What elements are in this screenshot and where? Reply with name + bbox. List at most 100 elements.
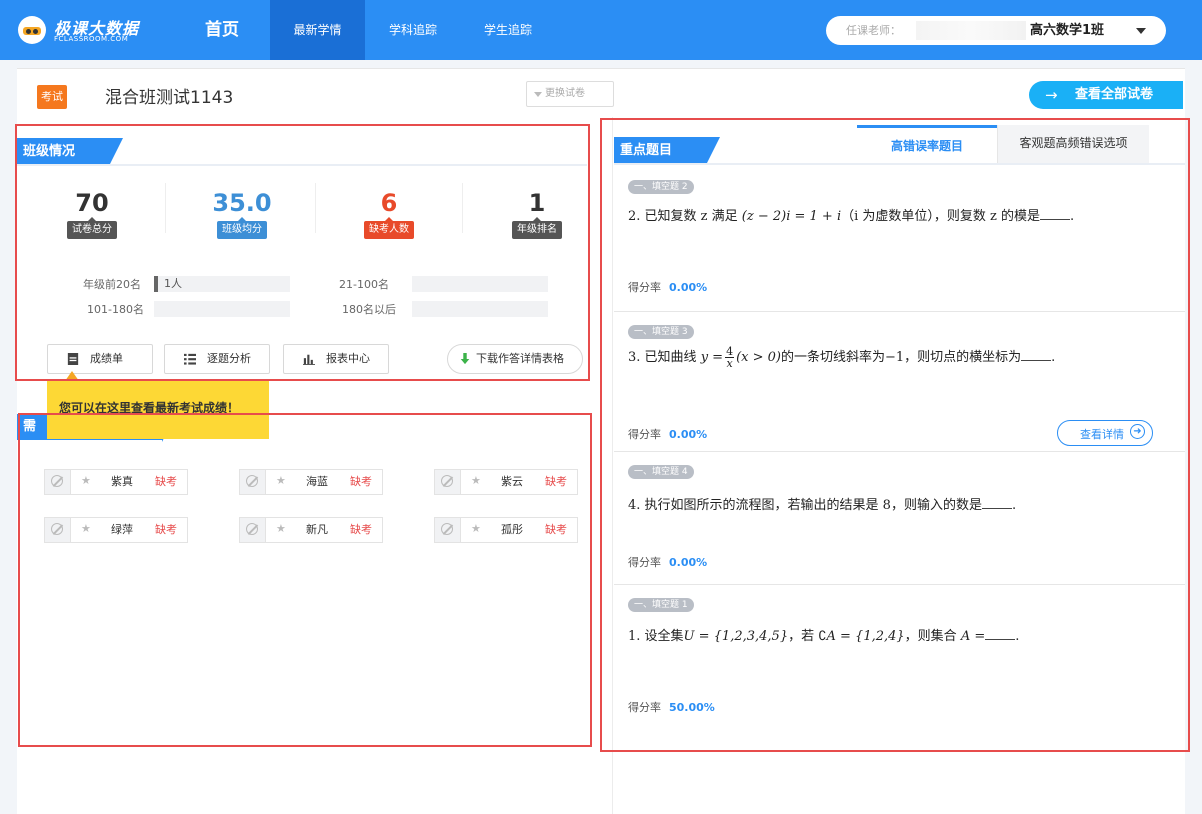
score-rate-value: 50.00% xyxy=(669,701,715,714)
question-card[interactable]: 一、填空题 2 2. 已知复数 z 满足 (z − 2)i = 1 + i（i … xyxy=(614,167,1185,312)
student-status: 缺考 xyxy=(350,523,372,536)
question-text: 4. 执行如图所示的流程图，若输出的结果是 8，则输入的数是. xyxy=(628,498,1017,513)
question-type-badge: 一、填空题 2 xyxy=(628,180,694,194)
ban-icon xyxy=(435,518,461,542)
rank-label: 21-100名 xyxy=(339,278,389,291)
score-list-button[interactable]: 成绩单 xyxy=(47,344,153,374)
tooltip-text: 您可以在这里查看最新考试成绩！ xyxy=(59,401,240,415)
teacher-label: 任课老师： xyxy=(846,24,901,37)
stat-value: 1 xyxy=(528,189,546,217)
student-name: 孤彤 xyxy=(501,523,523,536)
absent-student-card[interactable]: ★ 孤彤 缺考 xyxy=(434,517,578,543)
bar-chart-icon xyxy=(303,354,315,365)
student-name: 新凡 xyxy=(306,523,328,536)
student-status: 缺考 xyxy=(545,523,567,536)
student-status: 缺考 xyxy=(545,475,567,488)
rank-value: 1人 xyxy=(164,277,182,290)
column-divider xyxy=(612,117,613,814)
class-select-value[interactable]: 高六数学1班 xyxy=(1030,16,1104,45)
change-exam-select[interactable]: 更换试卷 xyxy=(526,81,614,107)
stat-grade-rank: 1 年级排名 xyxy=(477,189,597,239)
view-details-button[interactable]: 查看详情 ➜ xyxy=(1057,420,1153,446)
star-icon[interactable]: ★ xyxy=(276,522,286,535)
absent-student-card[interactable]: ★ 绿萍 缺考 xyxy=(44,517,188,543)
ban-icon xyxy=(45,518,71,542)
star-icon[interactable]: ★ xyxy=(471,522,481,535)
download-details-label: 下载作答详情表格 xyxy=(476,352,564,365)
view-details-label: 查看详情 xyxy=(1080,428,1124,441)
stat-label: 缺考人数 xyxy=(364,217,414,239)
ban-icon xyxy=(45,470,71,494)
rank-bar-101-180 xyxy=(154,301,290,317)
key-questions-title: 重点题目 xyxy=(620,143,673,158)
download-details-button[interactable]: 下载作答详情表格 xyxy=(447,344,583,374)
stat-value: 6 xyxy=(380,189,398,217)
question-type-badge: 一、填空题 3 xyxy=(628,325,694,339)
question-text: 1. 设全集U = {1,2,3,4,5}，若 ∁A = {1,2,4}，则集合… xyxy=(628,629,1020,644)
nav-subject-tracking[interactable]: 学科追踪 xyxy=(373,0,453,60)
logo-subtitle: FCLASSROOM.COM xyxy=(54,35,129,43)
star-icon[interactable]: ★ xyxy=(276,474,286,487)
document-icon xyxy=(67,353,79,365)
view-all-exams-button[interactable]: → 查看全部试卷 xyxy=(1029,81,1183,109)
question-card[interactable]: 一、填空题 3 3. 已知曲线 y = 4 x (x > 0)的一条切线斜率为−1，则… xyxy=(614,312,1185,452)
absent-student-card[interactable]: ★ 紫真 缺考 xyxy=(44,469,188,495)
absent-student-card[interactable]: ★ 新凡 缺考 xyxy=(239,517,383,543)
rank-bar-21-100 xyxy=(412,276,548,292)
stat-class-average: 35.0 班级均分 xyxy=(182,189,302,239)
chevron-down-icon[interactable] xyxy=(1136,28,1146,34)
stat-divider xyxy=(165,183,166,233)
change-exam-label: 更换试卷 xyxy=(545,88,585,99)
question-text: 2. 已知复数 z 满足 (z − 2)i = 1 + i（i 为虚数单位），则… xyxy=(628,209,1075,224)
ban-icon xyxy=(240,518,266,542)
item-analysis-button[interactable]: 逐题分析 xyxy=(164,344,270,374)
ban-icon xyxy=(240,470,266,494)
score-rate-value: 0.00% xyxy=(669,556,708,569)
nav-student-tracking[interactable]: 学生追踪 xyxy=(468,0,548,60)
question-card[interactable]: 一、填空题 1 1. 设全集U = {1,2,3,4,5}，若 ∁A = {1,… xyxy=(614,585,1185,737)
stat-total-score: 70 试卷总分 xyxy=(32,189,152,239)
report-center-label: 报表中心 xyxy=(326,352,370,365)
top-nav-bar: 极课大数据 FCLASSROOM.COM 首页 最新学情 学科追踪 学生追踪 任… xyxy=(0,0,1202,60)
teacher-name-redacted xyxy=(916,21,1026,40)
score-rate-value: 0.00% xyxy=(669,428,708,441)
tab-high-error-rate[interactable]: 高错误率题目 xyxy=(857,125,997,163)
logo-mascot-icon xyxy=(18,16,46,44)
arrow-right-icon: ➜ xyxy=(1130,424,1145,439)
stat-value: 35.0 xyxy=(212,189,272,217)
class-header-line xyxy=(17,164,587,166)
question-card[interactable]: 一、填空题 4 4. 执行如图所示的流程图，若输出的结果是 8，则输入的数是. … xyxy=(614,452,1185,585)
stat-divider xyxy=(315,183,316,233)
report-center-button[interactable]: 报表中心 xyxy=(283,344,389,374)
stat-label: 年级排名 xyxy=(512,217,562,239)
class-selector[interactable]: 任课老师： 高六数学1班 xyxy=(826,16,1166,45)
rank-label: 年级前20名 xyxy=(83,278,141,291)
logo[interactable]: 极课大数据 FCLASSROOM.COM xyxy=(18,12,148,48)
exam-tag: 考试 xyxy=(37,85,67,109)
absent-student-card[interactable]: ★ 紫云 缺考 xyxy=(434,469,578,495)
main-panel: 考试 混合班测试1143 更换试卷 → 查看全部试卷 班级情况 70 试卷总分 … xyxy=(17,68,1185,814)
student-status: 缺考 xyxy=(155,523,177,536)
arrow-right-icon: → xyxy=(1045,86,1058,104)
tab-objective-wrong-options[interactable]: 客观题高频错误选项 xyxy=(997,125,1149,163)
star-icon[interactable]: ★ xyxy=(81,474,91,487)
star-icon[interactable]: ★ xyxy=(81,522,91,535)
class-situation-title: 班级情况 xyxy=(23,144,76,159)
download-arrow-icon xyxy=(460,353,470,365)
stat-divider xyxy=(462,183,463,233)
rank-bar-180-plus xyxy=(412,301,548,317)
score-rate-value: 0.00% xyxy=(669,281,708,294)
absent-student-card[interactable]: ★ 海蓝 缺考 xyxy=(239,469,383,495)
rank-label: 101-180名 xyxy=(87,303,144,316)
item-analysis-label: 逐题分析 xyxy=(207,352,251,365)
key-questions-header: 重点题目 xyxy=(614,137,720,165)
student-name: 海蓝 xyxy=(306,475,328,488)
nav-latest-learning[interactable]: 最新学情 xyxy=(270,0,365,60)
star-icon[interactable]: ★ xyxy=(471,474,481,487)
student-name: 紫云 xyxy=(501,475,523,488)
stat-label: 班级均分 xyxy=(217,217,267,239)
stat-label: 试卷总分 xyxy=(67,217,117,239)
nav-home[interactable]: 首页 xyxy=(196,0,248,60)
question-type-badge: 一、填空题 1 xyxy=(628,598,694,612)
list-icon xyxy=(184,353,196,365)
